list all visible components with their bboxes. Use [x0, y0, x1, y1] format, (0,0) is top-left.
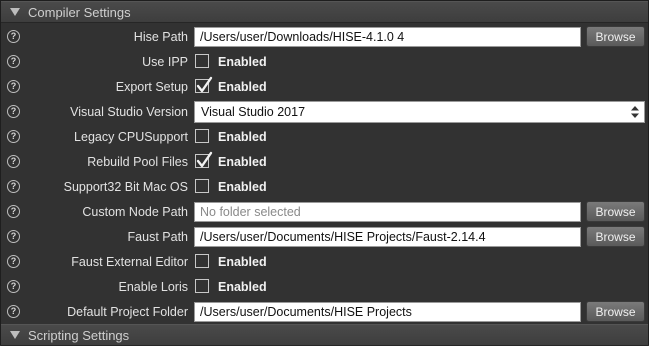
custom-node-path-browse-button[interactable]: Browse — [586, 201, 645, 222]
export-setup-checkbox[interactable] — [195, 76, 213, 93]
enable-loris-label: Enable Loris — [118, 279, 189, 294]
row-legacy-cpu-support: ? Legacy CPUSupport Enabled — [1, 124, 648, 149]
row-faust-external-editor: ? Faust External Editor Enabled — [1, 249, 648, 274]
default-project-folder-label: Default Project Folder — [67, 304, 188, 319]
support32-bit-mac-os-enabled-label: Enabled — [218, 179, 267, 194]
custom-node-path-input[interactable]: No folder selected — [194, 202, 581, 222]
help-icon[interactable]: ? — [7, 105, 20, 118]
faust-external-editor-checkbox[interactable] — [195, 254, 209, 268]
row-rebuild-pool-files: ? Rebuild Pool Files Enabled — [1, 149, 648, 174]
row-support32-bit-mac-os: ? Support32 Bit Mac OS Enabled — [1, 174, 648, 199]
rebuild-pool-files-enabled-label: Enabled — [218, 154, 267, 169]
support32-bit-mac-os-label: Support32 Bit Mac OS — [63, 179, 188, 194]
faust-path-label: Faust Path — [127, 229, 188, 244]
help-icon[interactable]: ? — [7, 55, 20, 68]
visual-studio-version-value: Visual Studio 2017 — [201, 105, 306, 119]
legacy-cpu-support-label: Legacy CPUSupport — [74, 129, 188, 144]
scripting-settings-header[interactable]: Scripting Settings — [1, 324, 648, 346]
row-use-ipp: ? Use IPP Enabled — [1, 49, 648, 74]
legacy-cpu-support-checkbox[interactable] — [195, 129, 209, 143]
rebuild-pool-files-checkbox[interactable] — [195, 151, 213, 168]
help-icon[interactable]: ? — [7, 280, 20, 293]
row-visual-studio-version: ? Visual Studio Version Visual Studio 20… — [1, 99, 648, 124]
faust-external-editor-enabled-label: Enabled — [218, 254, 267, 269]
legacy-cpu-support-enabled-label: Enabled — [218, 129, 267, 144]
help-icon[interactable]: ? — [7, 130, 20, 143]
row-hise-path: ? Hise Path /Users/user/Downloads/HISE-4… — [1, 24, 648, 49]
help-icon[interactable]: ? — [7, 180, 20, 193]
faust-external-editor-label: Faust External Editor — [71, 254, 188, 269]
help-icon[interactable]: ? — [7, 30, 20, 43]
row-enable-loris: ? Enable Loris Enabled — [1, 274, 648, 299]
settings-panel: Compiler Settings ? Hise Path /Users/use… — [0, 0, 649, 346]
support32-bit-mac-os-checkbox[interactable] — [195, 179, 209, 193]
visual-studio-version-label: Visual Studio Version — [70, 104, 188, 119]
row-faust-path: ? Faust Path /Users/user/Documents/HISE … — [1, 224, 648, 249]
hise-path-label: Hise Path — [133, 29, 188, 44]
hise-path-input[interactable]: /Users/user/Downloads/HISE-4.1.0 4 — [194, 27, 581, 47]
faust-path-input[interactable]: /Users/user/Documents/HISE Projects/Faus… — [194, 227, 581, 247]
faust-path-browse-button[interactable]: Browse — [586, 226, 645, 247]
checkmark-icon — [196, 151, 213, 168]
default-project-folder-input[interactable]: /Users/user/Documents/HISE Projects — [194, 302, 581, 322]
use-ipp-enabled-label: Enabled — [218, 54, 267, 69]
help-icon[interactable]: ? — [7, 255, 20, 268]
enable-loris-checkbox[interactable] — [195, 279, 209, 293]
section-title: Compiler Settings — [28, 4, 131, 20]
collapse-triangle-icon[interactable] — [10, 8, 20, 16]
export-setup-enabled-label: Enabled — [218, 79, 267, 94]
help-icon[interactable]: ? — [7, 205, 20, 218]
row-default-project-folder: ? Default Project Folder /Users/user/Doc… — [1, 299, 648, 324]
hise-path-browse-button[interactable]: Browse — [586, 26, 645, 47]
row-export-setup: ? Export Setup Enabled — [1, 74, 648, 99]
row-custom-node-path: ? Custom Node Path No folder selected Br… — [1, 199, 648, 224]
visual-studio-version-select[interactable]: Visual Studio 2017 — [194, 101, 645, 123]
help-icon[interactable]: ? — [7, 155, 20, 168]
compiler-settings-header[interactable]: Compiler Settings — [1, 1, 648, 23]
help-icon[interactable]: ? — [7, 230, 20, 243]
use-ipp-label: Use IPP — [142, 54, 188, 69]
default-project-folder-browse-button[interactable]: Browse — [586, 301, 645, 322]
enable-loris-enabled-label: Enabled — [218, 279, 267, 294]
checkmark-icon — [196, 76, 213, 93]
help-icon[interactable]: ? — [7, 80, 20, 93]
export-setup-label: Export Setup — [115, 79, 188, 94]
collapse-triangle-icon[interactable] — [10, 331, 20, 339]
dropdown-arrows-icon — [631, 106, 639, 118]
rebuild-pool-files-label: Rebuild Pool Files — [87, 154, 188, 169]
help-icon[interactable]: ? — [7, 305, 20, 318]
section-title: Scripting Settings — [28, 327, 130, 343]
use-ipp-checkbox[interactable] — [195, 54, 209, 68]
custom-node-path-label: Custom Node Path — [82, 204, 188, 219]
